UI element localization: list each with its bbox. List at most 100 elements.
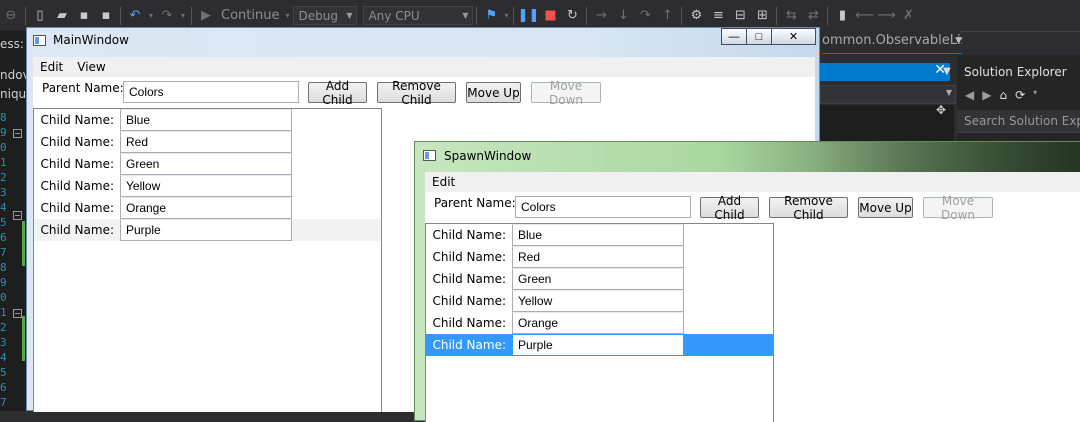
fold-toggle-icon[interactable]: − [13,309,22,318]
add-child-button[interactable]: Add Child [700,194,759,222]
document-tab[interactable]: ommon.ObservableList ▼ [822,33,962,54]
child-name-input[interactable] [512,312,684,334]
panel-options-icon[interactable]: ▼ [943,66,951,77]
menu-edit[interactable]: Edit [425,175,462,189]
child-name-input[interactable] [512,268,684,290]
window-icon[interactable] [423,150,436,161]
continue-play-icon[interactable]: ▶ [195,5,217,27]
continue-label[interactable]: Continue [217,8,283,23]
member-combo[interactable]: ▼ [820,85,956,104]
toolbar-separator [120,6,121,25]
minimize-button[interactable]: — [721,28,747,45]
child-name-input[interactable] [120,153,292,175]
remove-child-button[interactable]: Remove Child [377,79,456,107]
move-up-button[interactable]: Move Up [858,197,913,218]
code-editor-gutter: ess: ndov niqu 8 9 0 1 2 3 4 5 6 7 8 9 0… [0,31,30,411]
caption-buttons: — □ ✕ [721,28,816,45]
open-folder-icon[interactable]: ▰ [51,5,73,27]
hex-display-icon[interactable]: ⊞ [751,5,773,27]
stack-frame-icon[interactable]: ⊟ [729,5,751,27]
next-bookmark-icon[interactable]: ⟶ [875,5,897,27]
children-listbox[interactable]: Child Name: Child Name: Child Name: Chil… [33,108,382,412]
save-all-icon[interactable]: ▪ [95,5,117,27]
list-item[interactable]: Child Name: [34,109,381,131]
solution-search-box[interactable]: Search Solution Explor [957,110,1080,133]
comment-icon[interactable]: ⇄ [802,5,824,27]
list-item[interactable]: Child Name: [34,131,381,153]
platform-combo[interactable]: Any CPU ▼ [363,6,474,25]
list-item[interactable]: Child Name: [34,197,381,219]
list-item[interactable]: Child Name: [426,312,773,334]
child-name-input[interactable] [512,224,684,246]
attach-dropdown-icon[interactable]: ▾ [502,5,510,27]
fold-toggle-icon[interactable]: − [13,211,22,220]
move-down-button: Move Down [531,79,601,107]
restart-icon[interactable]: ↻ [561,5,583,27]
step-over-icon[interactable]: ↷ [634,5,656,27]
parent-name-input[interactable] [515,196,691,218]
uncomment-icon[interactable]: ⇆ [780,5,802,27]
add-child-button[interactable]: Add Child [308,79,367,107]
step-out-icon[interactable]: ↑ [656,5,678,27]
redo-icon[interactable]: ↷ [156,5,178,27]
undo-icon[interactable]: ↶ [124,5,146,27]
list-item[interactable]: Child Name: [426,268,773,290]
home-icon[interactable]: ⌂ [999,88,1007,102]
child-name-input[interactable] [120,197,292,219]
list-item[interactable]: Child Name: [34,219,381,241]
window-icon[interactable] [33,35,46,46]
list-item[interactable]: Child Name: [426,290,773,312]
child-name-input[interactable] [120,109,292,131]
menu-edit[interactable]: Edit [33,60,70,74]
remove-child-button[interactable]: Remove Child [769,194,848,222]
list-item[interactable]: Child Name: [426,246,773,268]
save-icon[interactable]: ▪ [73,5,95,27]
back-icon[interactable]: ◀ [965,88,974,102]
redo-dropdown-icon[interactable]: ▾ [178,5,188,27]
diagnostics-icon[interactable]: ⚙ [685,5,707,27]
configuration-combo[interactable]: Debug ▼ [293,6,358,25]
clear-bookmarks-icon[interactable]: ✗ [897,5,919,27]
fold-toggle-icon[interactable]: − [13,129,22,138]
child-name-input[interactable] [120,219,292,241]
split-view-icon[interactable]: ✥ [936,103,946,117]
step-into-icon[interactable]: ↓ [612,5,634,27]
undo-dropdown-icon[interactable]: ▾ [146,5,156,27]
list-item[interactable]: Child Name: [34,153,381,175]
child-name-input[interactable] [120,175,292,197]
active-tab[interactable]: ✕ [820,62,950,81]
list-item-selected[interactable]: Child Name: [426,334,773,356]
children-listbox[interactable]: Child Name: Child Name: Child Name: Chil… [425,223,774,422]
attach-process-icon[interactable]: ⚑ [480,5,502,27]
menu-view[interactable]: View [70,60,112,74]
continue-dropdown-icon[interactable]: ▾ [283,5,291,27]
prev-bookmark-icon[interactable]: ⟵ [853,5,875,27]
child-name-input[interactable] [512,290,684,312]
thread-icon[interactable]: ≡ [707,5,729,27]
child-name-input[interactable] [120,131,292,153]
close-button[interactable]: ✕ [771,28,816,45]
list-item[interactable]: Child Name: [34,175,381,197]
list-item[interactable]: Child Name: [426,224,773,246]
child-name-input[interactable] [512,246,684,268]
show-next-statement-icon[interactable]: → [590,5,612,27]
back-circle-icon[interactable]: ⊖ [0,5,22,27]
sync-icon[interactable]: ⟳ [1015,88,1025,102]
move-up-button[interactable]: Move Up [466,82,521,103]
forward-icon[interactable]: ▶ [982,88,991,102]
line-number: 7 [0,246,7,259]
stop-icon[interactable]: ■ [539,5,561,27]
parent-name-input[interactable] [123,81,299,103]
new-project-icon[interactable]: ▯ [29,5,51,27]
pause-icon[interactable]: ❚❚ [517,5,540,27]
line-number: 4 [0,201,7,214]
document-tab-label: ommon.ObservableList [822,33,962,48]
child-name-label: Child Name: [432,250,506,264]
maximize-button[interactable]: □ [746,28,772,45]
main-window-titlebar[interactable]: MainWindow [27,28,819,54]
chevron-down-icon[interactable]: ▾ [1033,88,1037,102]
left-label: ess: [0,37,24,51]
child-name-input[interactable] [512,334,684,356]
bookmark-icon[interactable]: ▮ [831,5,853,27]
chevron-down-icon[interactable]: ▼ [955,36,962,46]
